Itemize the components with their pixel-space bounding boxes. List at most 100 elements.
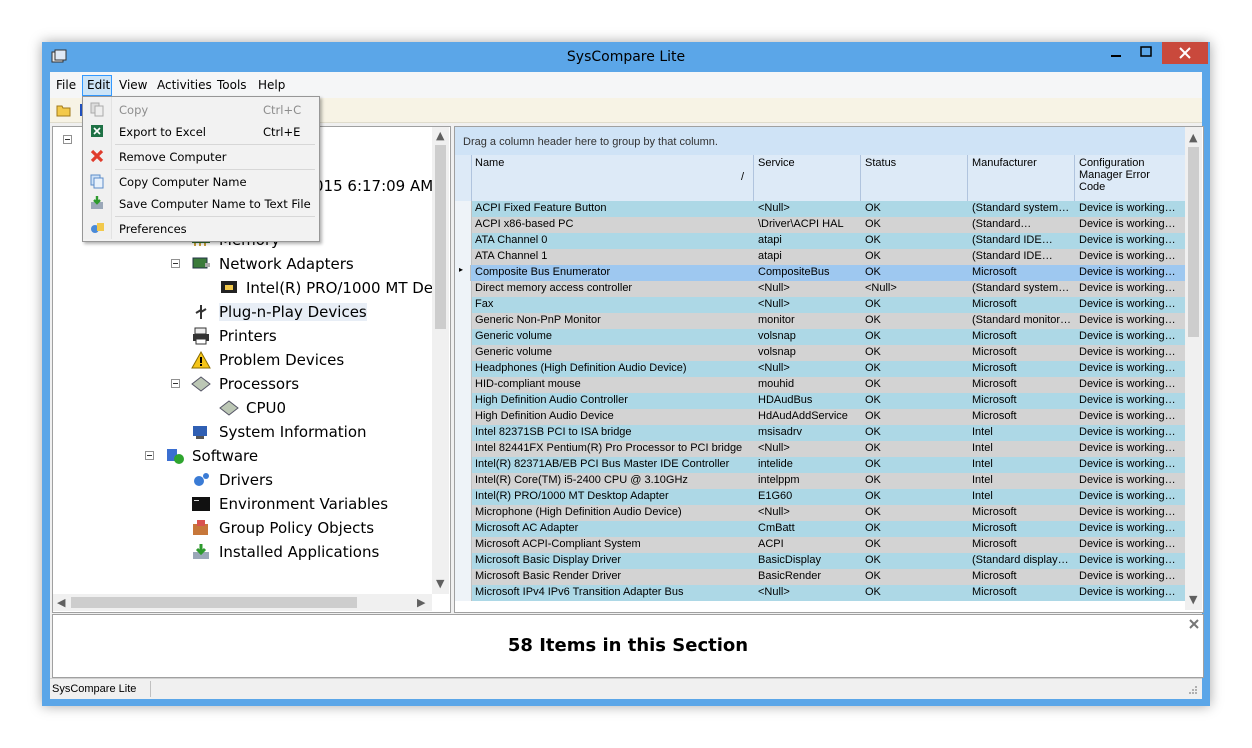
row-selector[interactable] <box>455 489 472 505</box>
menu-item-preferences[interactable]: Preferences <box>83 218 317 238</box>
tree-expander[interactable] <box>171 379 180 388</box>
table-row[interactable]: Intel 82441FX Pentium(R) Pro Processor t… <box>455 441 1185 457</box>
tree-node-problem-devices[interactable]: Problem Devices <box>219 351 344 369</box>
column-header-service[interactable]: Service <box>758 157 795 169</box>
table-row[interactable]: Intel(R) 82371AB/EB PCI Bus Master IDE C… <box>455 457 1185 473</box>
row-selector[interactable] <box>455 329 472 345</box>
menu-item-export-excel[interactable]: Export to Excel Ctrl+E <box>83 121 317 141</box>
row-selector[interactable] <box>455 457 472 473</box>
table-row[interactable]: High Definition Audio Device HdAudAddServ… <box>455 409 1185 425</box>
minimize-button[interactable] <box>1102 42 1130 64</box>
table-row[interactable]: Microsoft Basic Render Driver BasicRender… <box>455 569 1185 585</box>
table-row[interactable]: ACPI Fixed Feature Button <Null> OK (Standa… <box>455 201 1185 217</box>
tree-expander[interactable] <box>63 135 72 144</box>
column-header-name[interactable]: Name <box>475 157 504 169</box>
menu-item-save-computer-name[interactable]: Save Computer Name to Text File <box>83 193 317 213</box>
scroll-right-icon[interactable]: ▶ <box>417 596 425 609</box>
table-row[interactable]: Direct memory access controller <Null> <Nu… <box>455 281 1185 297</box>
group-by-panel[interactable]: Drag a column header here to group by th… <box>455 127 1185 155</box>
table-row[interactable]: Intel 82371SB PCI to ISA bridge msisadrv O… <box>455 425 1185 441</box>
scroll-left-icon[interactable]: ◀ <box>57 596 65 609</box>
column-header-status[interactable]: Status <box>865 157 896 169</box>
menu-file[interactable]: File <box>56 78 76 92</box>
table-row[interactable]: Microsoft ACPI-Compliant System ACPI OK Mic… <box>455 537 1185 553</box>
row-selector[interactable] <box>455 409 472 425</box>
row-selector[interactable] <box>455 233 472 249</box>
menu-item-copy[interactable]: Copy Ctrl+C <box>83 99 317 119</box>
tree-node-environment-variables[interactable]: Environment Variables <box>219 495 388 513</box>
menu-activities[interactable]: Activities <box>157 78 212 92</box>
menu-tools[interactable]: Tools <box>217 78 247 92</box>
table-row[interactable]: ATA Channel 1 atapi OK (Standard IDE… Device… <box>455 249 1185 265</box>
scroll-down-icon[interactable]: ▼ <box>1189 593 1197 606</box>
row-selector[interactable] <box>455 473 472 489</box>
tree-node-installed-applications[interactable]: Installed Applications <box>219 543 379 561</box>
table-row[interactable]: Generic volume volsnap OK Microsoft Device i… <box>455 345 1185 361</box>
column-separator[interactable] <box>753 155 754 201</box>
column-separator[interactable] <box>967 155 968 201</box>
tree-node-software[interactable]: Software <box>192 447 258 465</box>
close-detail-icon[interactable] <box>1189 619 1199 629</box>
tree-node-cpu0[interactable]: CPU0 <box>246 399 286 417</box>
grid-scroll-thumb[interactable] <box>1188 147 1199 337</box>
tree-node-plug-n-play[interactable]: Plug-n-Play Devices <box>219 303 367 321</box>
table-row[interactable]: Microsoft AC Adapter CmBatt OK Microsoft Dev… <box>455 521 1185 537</box>
table-row[interactable]: Microsoft IPv4 IPv6 Transition Adapter B… <box>455 585 1185 601</box>
tree-node-group-policy-objects[interactable]: Group Policy Objects <box>219 519 374 537</box>
menu-edit[interactable]: Edit <box>87 78 110 92</box>
table-row[interactable]: ATA Channel 0 atapi OK (Standard IDE… Device… <box>455 233 1185 249</box>
tree-node-processors[interactable]: Processors <box>219 375 299 393</box>
title-bar[interactable]: SysCompare Lite <box>42 42 1210 72</box>
grid-vertical-scrollbar[interactable]: ▲ ▼ <box>1185 127 1202 610</box>
row-selector[interactable] <box>455 569 472 585</box>
table-row[interactable]: Generic volume volsnap OK Microsoft Device i… <box>455 329 1185 345</box>
tree-expander[interactable] <box>171 259 180 268</box>
tree-vertical-scrollbar[interactable]: ▲ ▼ <box>432 127 449 594</box>
scroll-down-icon[interactable]: ▼ <box>436 577 444 590</box>
menu-help[interactable]: Help <box>258 78 285 92</box>
tree-node-printers[interactable]: Printers <box>219 327 277 345</box>
menu-item-remove-computer[interactable]: Remove Computer <box>83 146 317 166</box>
row-selector[interactable] <box>455 297 472 313</box>
row-selector[interactable] <box>455 393 472 409</box>
row-selector[interactable] <box>455 553 472 569</box>
data-grid[interactable]: Drag a column header here to group by th… <box>454 126 1204 613</box>
table-row[interactable]: Fax <Null> OK Microsoft Device is working… <box>455 297 1185 313</box>
table-row[interactable]: ▸ Composite Bus Enumerator CompositeBus OK M… <box>455 265 1185 281</box>
table-row[interactable]: Intel(R) PRO/1000 MT Desktop Adapter E1G6… <box>455 489 1185 505</box>
table-row[interactable]: Generic Non-PnP Monitor monitor OK (Standar… <box>455 313 1185 329</box>
column-header-config-error[interactable]: Configuration Manager Error Code <box>1079 157 1150 193</box>
tree-horizontal-scrollbar[interactable]: ◀ ▶ <box>53 594 432 611</box>
tree-expander[interactable] <box>145 451 154 460</box>
menu-item-copy-computer-name[interactable]: Copy Computer Name <box>83 171 317 191</box>
row-selector[interactable] <box>455 345 472 361</box>
row-selector[interactable] <box>455 585 472 601</box>
row-selector[interactable] <box>455 249 472 265</box>
row-selector[interactable] <box>455 377 472 393</box>
row-selector[interactable] <box>455 281 472 297</box>
table-row[interactable]: Microsoft Basic Display Driver BasicDispl… <box>455 553 1185 569</box>
row-selector[interactable] <box>455 505 472 521</box>
tree-hscroll-thumb[interactable] <box>71 597 357 608</box>
row-selector[interactable] <box>455 217 472 233</box>
open-folder-icon[interactable] <box>56 102 72 118</box>
close-button[interactable] <box>1162 42 1208 64</box>
tree-node-system-information[interactable]: System Information <box>219 423 367 441</box>
table-row[interactable]: Microphone (High Definition Audio Device… <box>455 505 1185 521</box>
table-row[interactable]: Intel(R) Core(TM) i5-2400 CPU @ 3.10GHz i… <box>455 473 1185 489</box>
column-header-manufacturer[interactable]: Manufacturer <box>972 157 1037 169</box>
row-selector[interactable]: ▸ <box>455 265 471 281</box>
resize-grip-icon[interactable] <box>1188 685 1198 695</box>
table-row[interactable]: ACPI x86-based PC \Driver\ACPI HAL OK (Stan… <box>455 217 1185 233</box>
table-row[interactable]: HID-compliant mouse mouhid OK Microsoft Devi… <box>455 377 1185 393</box>
column-separator[interactable] <box>1074 155 1075 201</box>
row-selector[interactable] <box>455 537 472 553</box>
column-separator[interactable] <box>860 155 861 201</box>
maximize-button[interactable] <box>1132 42 1160 64</box>
scroll-up-icon[interactable]: ▲ <box>1189 131 1197 144</box>
tree-node-intel-nic[interactable]: Intel(R) PRO/1000 MT Des <box>246 279 441 297</box>
scroll-up-icon[interactable]: ▲ <box>436 129 444 142</box>
tree-node-network-adapters[interactable]: Network Adapters <box>219 255 354 273</box>
table-row[interactable]: High Definition Audio Controller HDAudBus… <box>455 393 1185 409</box>
row-selector[interactable] <box>455 441 472 457</box>
